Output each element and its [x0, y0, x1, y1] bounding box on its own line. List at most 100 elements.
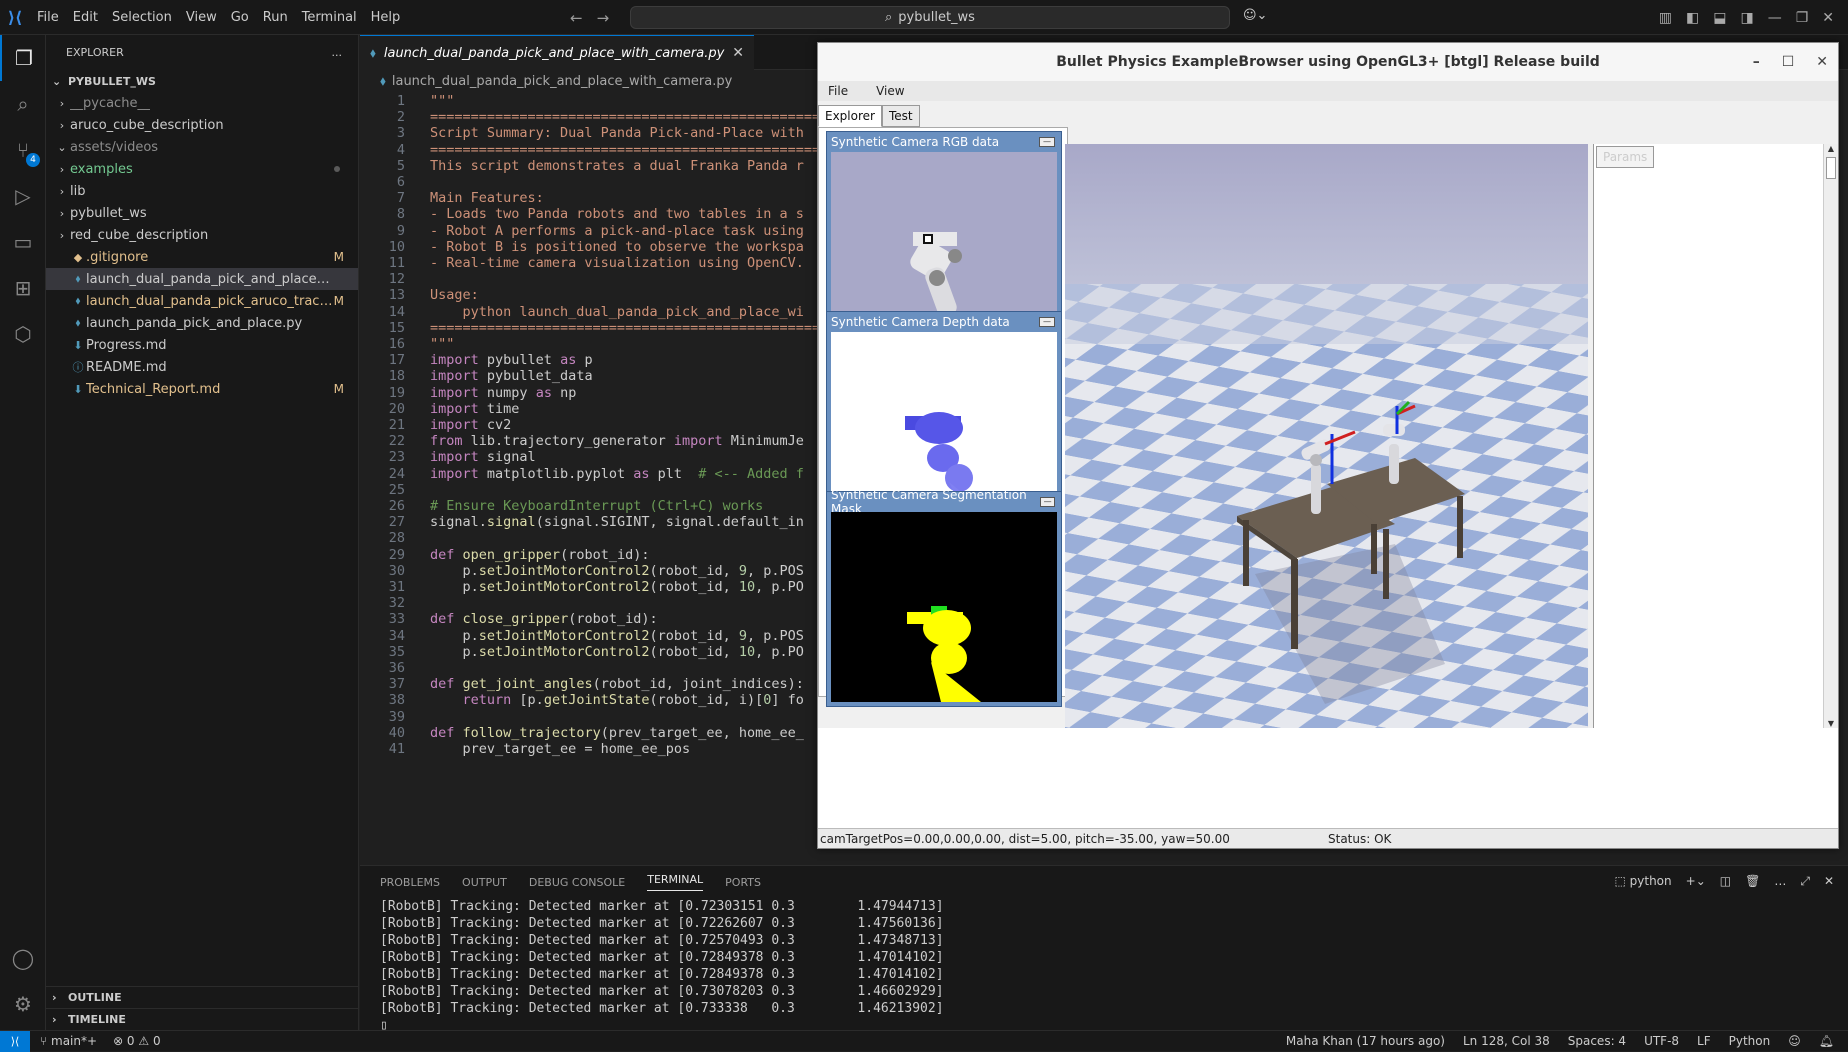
tree-item[interactable]: ⬇ Technical_Report.md M [46, 378, 358, 400]
terminal-shell[interactable]: ⬚ python [1615, 874, 1672, 889]
menu-run[interactable]: Run [256, 0, 295, 35]
kill-terminal-icon[interactable]: 🗑 [1745, 874, 1760, 889]
toggle-panel-icon[interactable]: ⬓ [1713, 10, 1726, 26]
source-control-icon[interactable]: ⑂ 4 [0, 127, 46, 173]
toggle-sidebar-icon[interactable]: ◧ [1686, 10, 1699, 26]
tree-item[interactable]: › lib [46, 180, 358, 202]
tab-ports[interactable]: PORTS [725, 876, 761, 889]
minimize-camera-icon[interactable]: — [1039, 317, 1055, 327]
cursor-position[interactable]: Ln 128, Col 38 [1463, 1034, 1550, 1048]
search-view-icon[interactable]: ⌕ [0, 81, 46, 127]
code-line[interactable]: This script demonstrates a dual Franka P… [430, 157, 804, 176]
scroll-thumb[interactable] [1826, 157, 1836, 179]
bullet-title-bar[interactable]: Bullet Physics ExampleBrowser using Open… [818, 43, 1838, 81]
menu-file[interactable]: File [30, 0, 66, 35]
breadcrumb-file[interactable]: launch_dual_panda_pick_and_place_with_ca… [392, 74, 732, 89]
bullet-minimize-icon[interactable]: – [1753, 54, 1760, 70]
bullet-maximize-icon[interactable]: ☐ [1782, 54, 1795, 70]
tree-item[interactable]: › pybullet_ws [46, 202, 358, 224]
bullet-tab-test[interactable]: Test [881, 105, 920, 127]
bullet-menu-view[interactable]: View [876, 84, 904, 98]
scroll-down-icon[interactable]: ▼ [1824, 719, 1838, 728]
new-terminal-icon[interactable]: +⌄ [1686, 874, 1706, 889]
tree-item[interactable]: ⬧ launch_dual_panda_pick_aruco_track.py M [46, 290, 358, 312]
remote-indicator-icon[interactable]: ⟩⟨ [0, 1030, 30, 1052]
end-of-line[interactable]: LF [1697, 1034, 1711, 1048]
containers-icon[interactable]: ⬡ [0, 311, 46, 357]
indentation[interactable]: Spaces: 4 [1568, 1034, 1626, 1048]
menu-go[interactable]: Go [224, 0, 256, 35]
code-line[interactable]: signal.signal(signal.SIGINT, signal.defa… [430, 513, 804, 532]
tree-item[interactable]: › __pycache__ [46, 92, 358, 114]
layout-icon[interactable]: ▥ [1659, 10, 1672, 26]
3d-viewport[interactable] [1065, 144, 1588, 728]
notifications-bell-icon[interactable]: 🔔︎ [1819, 1034, 1834, 1048]
explorer-icon[interactable]: ❐ [0, 35, 46, 81]
account-icon[interactable]: ◯ [0, 935, 46, 981]
more-actions-icon[interactable]: … [1774, 874, 1786, 889]
tree-item[interactable]: › examples [46, 158, 358, 180]
terminal-output[interactable]: [RobotB] Tracking: Detected marker at [0… [360, 898, 1848, 1034]
bullet-tab-explorer[interactable]: Explorer [818, 105, 882, 127]
git-branch[interactable]: ⑂ main*+ [40, 1034, 97, 1048]
code-line[interactable]: import matplotlib.pyplot as plt # <-- Ad… [430, 465, 804, 484]
forward-arrow-icon[interactable]: → [597, 9, 610, 27]
problems-count[interactable]: ⊗ 0 ⚠ 0 [113, 1034, 161, 1048]
language-mode[interactable]: Python [1729, 1034, 1771, 1048]
code-line[interactable]: return [p.getJointState(robot_id, i)[0] … [430, 691, 804, 710]
remote-explorer-icon[interactable]: ▭ [0, 219, 46, 265]
workspace-root[interactable]: ⌄ PYBULLET_WS [46, 70, 358, 92]
minimize-camera-icon[interactable]: — [1040, 497, 1055, 507]
tree-item[interactable]: ⬇ Progress.md [46, 334, 358, 356]
encoding[interactable]: UTF-8 [1644, 1034, 1679, 1048]
git-blame[interactable]: Maha Khan (17 hours ago) [1286, 1034, 1445, 1048]
back-arrow-icon[interactable]: ← [570, 9, 583, 27]
menu-edit[interactable]: Edit [66, 0, 105, 35]
maximize-panel-icon[interactable]: ⤢ [1800, 874, 1810, 889]
tree-item[interactable]: ◆ .gitignore M [46, 246, 358, 268]
editor-tab[interactable]: ⬧ launch_dual_panda_pick_and_place_with_… [360, 35, 754, 70]
menu-view[interactable]: View [179, 0, 224, 35]
menu-terminal[interactable]: Terminal [295, 0, 364, 35]
split-terminal-icon[interactable]: ◫ [1720, 874, 1731, 889]
code-line[interactable]: p.setJointMotorControl2(robot_id, 10, p.… [430, 578, 804, 597]
camera-depth-window[interactable]: Synthetic Camera Depth data — [826, 311, 1062, 513]
bullet-close-icon[interactable]: ✕ [1816, 54, 1828, 70]
camera-rgb-window[interactable]: Synthetic Camera RGB data — [826, 131, 1062, 333]
menu-selection[interactable]: Selection [105, 0, 179, 35]
tree-item[interactable]: ⌄ assets/videos [46, 136, 358, 158]
bullet-menu-file[interactable]: File [828, 84, 848, 98]
close-tab-icon[interactable]: ✕ [732, 45, 744, 61]
extensions-icon[interactable]: ⊞ [0, 265, 46, 311]
camera-segmentation-window[interactable]: Synthetic Camera Segmentation Mask — [826, 488, 1062, 707]
code-line[interactable]: prev_target_ee = home_ee_pos [430, 740, 691, 759]
params-scrollbar[interactable]: ▲ ▼ [1823, 144, 1838, 728]
code-line[interactable]: - Real-time camera visualization using O… [430, 254, 804, 273]
explorer-more-button[interactable]: ... [332, 46, 343, 59]
tree-item[interactable]: › red_cube_description [46, 224, 358, 246]
copilot-icon[interactable]: ☺⌄ [1243, 8, 1267, 23]
tree-item[interactable]: ⬧ launch_dual_panda_pick_and_place_with_c… [46, 268, 358, 290]
scroll-up-icon[interactable]: ▲ [1824, 144, 1838, 153]
tab-debug-console[interactable]: DEBUG CONSOLE [529, 876, 625, 889]
tab-output[interactable]: OUTPUT [462, 876, 507, 889]
copilot-status-icon[interactable]: ☺ [1788, 1034, 1801, 1048]
settings-gear-icon[interactable]: ⚙ [0, 981, 46, 1027]
restore-icon[interactable]: ❐ [1796, 10, 1809, 26]
code-line[interactable]: p.setJointMotorControl2(robot_id, 10, p.… [430, 643, 804, 662]
close-panel-icon[interactable]: ✕ [1824, 874, 1834, 889]
tree-item[interactable]: ⓘ README.md [46, 356, 358, 378]
command-center[interactable]: ⌕ pybullet_ws [630, 6, 1230, 29]
tab-terminal[interactable]: TERMINAL [647, 873, 704, 891]
minimize-camera-icon[interactable]: — [1039, 137, 1055, 147]
tree-item[interactable]: ⬧ launch_panda_pick_and_place.py [46, 312, 358, 334]
menu-help[interactable]: Help [364, 0, 408, 35]
minimize-icon[interactable]: — [1768, 10, 1782, 26]
run-debug-icon[interactable]: ▷ [0, 173, 46, 219]
tab-problems[interactable]: PROBLEMS [380, 876, 440, 889]
outline-section[interactable]: › OUTLINE [46, 986, 359, 1008]
toggle-secondary-sidebar-icon[interactable]: ◨ [1740, 10, 1753, 26]
close-window-icon[interactable]: ✕ [1822, 10, 1834, 26]
tree-item[interactable]: › aruco_cube_description [46, 114, 358, 136]
timeline-section[interactable]: › TIMELINE [46, 1008, 359, 1030]
